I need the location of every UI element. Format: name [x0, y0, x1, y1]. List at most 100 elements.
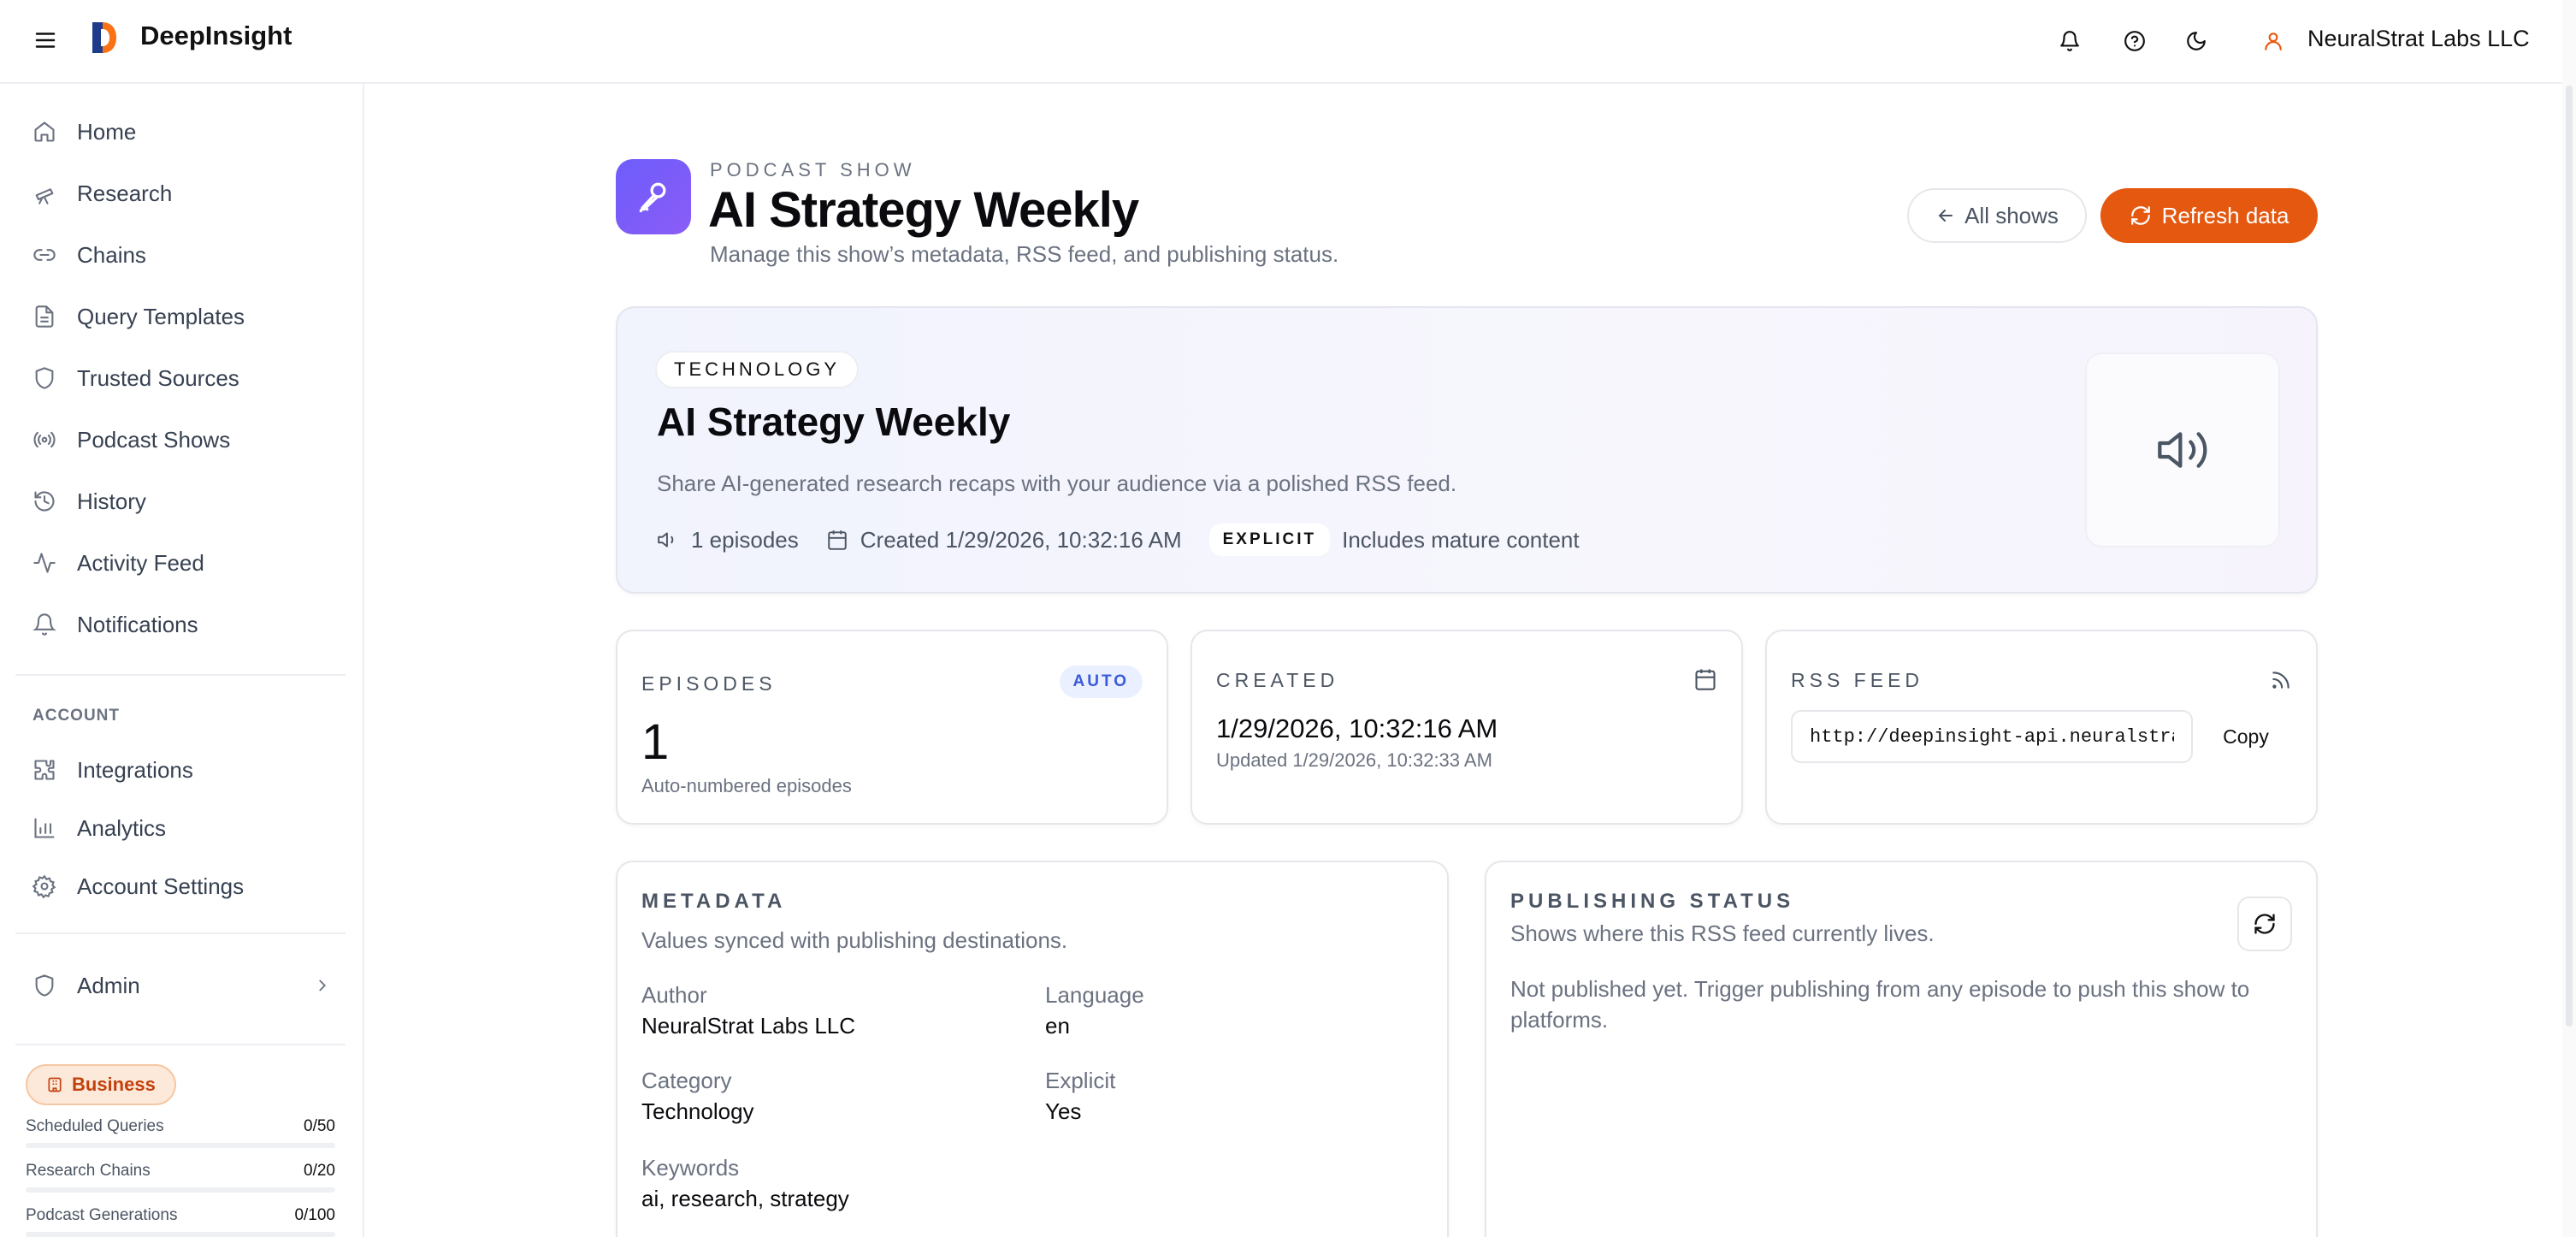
- bell-icon: [32, 613, 56, 636]
- sidebar-item-label: Notifications: [77, 611, 198, 637]
- refresh-icon: [2254, 914, 2275, 934]
- usage-label: Scheduled Queries: [26, 1117, 164, 1135]
- help-icon[interactable]: [2119, 26, 2150, 56]
- sidebar-item-label: Home: [77, 118, 137, 145]
- sidebar: Home Research Chains Query Templates Tru…: [0, 84, 364, 1237]
- episodes-label: EPISODES: [641, 672, 777, 695]
- sidebar-item-trusted-sources[interactable]: Trusted Sources: [32, 358, 239, 399]
- account-section-heading: ACCOUNT: [32, 707, 120, 725]
- metadata-title: METADATA: [641, 890, 787, 913]
- sidebar-item-integrations[interactable]: Integrations: [32, 749, 193, 790]
- sidebar-item-label: Trusted Sources: [77, 364, 239, 391]
- explicit-label: Explicit: [1045, 1068, 1116, 1093]
- language-label: Language: [1045, 982, 1144, 1008]
- show-hero-card: TECHNOLOGY AI Strategy Weekly Share AI-g…: [616, 306, 2318, 594]
- copy-button[interactable]: Copy: [2205, 710, 2287, 763]
- language-value: en: [1045, 1013, 1070, 1039]
- sidebar-item-label: Admin: [77, 972, 140, 998]
- sync-button[interactable]: [2237, 897, 2292, 951]
- updated-note: Updated 1/29/2026, 10:32:33 AM: [1216, 749, 1492, 771]
- category-label: Category: [641, 1068, 732, 1093]
- home-icon: [34, 121, 55, 142]
- refresh-data-button[interactable]: Refresh data: [2100, 188, 2318, 243]
- podcast-mic-icon: [616, 159, 691, 234]
- sidebar-item-admin[interactable]: Admin: [32, 965, 332, 1006]
- sidebar-item-research[interactable]: Research: [32, 173, 172, 214]
- rss-url-field[interactable]: [1791, 710, 2193, 763]
- author-label: Author: [641, 982, 707, 1008]
- sidebar-item-activity-feed[interactable]: Activity Feed: [32, 542, 204, 583]
- created-label: CREATED: [1216, 669, 1339, 691]
- created-card: CREATED 1/29/2026, 10:32:16 AM Updated 1…: [1191, 630, 1743, 825]
- sidebar-item-home[interactable]: Home: [32, 111, 136, 152]
- divider: [15, 674, 346, 676]
- keywords-value: ai, research, strategy: [641, 1186, 849, 1211]
- explicit-value: Yes: [1045, 1098, 1082, 1124]
- building-icon: [48, 1077, 62, 1092]
- page-title: AI Strategy Weekly: [708, 182, 1139, 238]
- sidebar-item-query-templates[interactable]: Query Templates: [32, 296, 245, 337]
- created-date: Created 1/29/2026, 10:32:16 AM: [860, 526, 1182, 553]
- rss-label: RSS FEED: [1791, 669, 1924, 691]
- sidebar-item-history[interactable]: History: [32, 481, 146, 522]
- created-value: 1/29/2026, 10:32:16 AM: [1216, 713, 1498, 743]
- author-value: NeuralStrat Labs LLC: [641, 1013, 856, 1039]
- sidebar-item-label: Chains: [77, 241, 146, 268]
- moon-icon[interactable]: [2181, 26, 2212, 56]
- shield-icon: [35, 974, 54, 997]
- menu-icon[interactable]: [32, 27, 58, 53]
- sidebar-item-chains[interactable]: Chains: [32, 234, 146, 275]
- sidebar-item-notifications[interactable]: Notifications: [32, 604, 198, 645]
- sidebar-item-label: Integrations: [77, 756, 193, 783]
- explicit-note: Includes mature content: [1342, 526, 1580, 553]
- explicit-badge: EXPLICIT: [1208, 524, 1331, 556]
- usage-value: 0/100: [294, 1206, 335, 1224]
- created-meta: Created 1/29/2026, 10:32:16 AM: [826, 527, 1182, 553]
- page-subtitle: Manage this show’s metadata, RSS feed, a…: [710, 241, 1339, 267]
- usage-bar: [26, 1232, 335, 1237]
- speaker-icon: [658, 532, 674, 547]
- calendar-icon: [828, 530, 847, 550]
- usage-value: 0/50: [304, 1117, 335, 1135]
- episodes-note: Auto-numbered episodes: [641, 775, 852, 796]
- keywords-label: Keywords: [641, 1155, 740, 1181]
- page-eyebrow: PODCAST SHOW: [710, 159, 916, 181]
- sidebar-item-label: Query Templates: [77, 303, 245, 329]
- top-bar: DeepInsight NeuralStrat Labs LLC: [0, 0, 2576, 84]
- metadata-subtitle: Values synced with publishing destinatio…: [641, 927, 1068, 953]
- shield-icon: [35, 367, 54, 389]
- brand-name[interactable]: DeepInsight: [140, 21, 292, 51]
- publishing-status-text: Not published yet. Trigger publishing fr…: [1510, 976, 2250, 1033]
- category-value: Technology: [641, 1098, 754, 1124]
- usage-value: 0/20: [304, 1162, 335, 1180]
- refresh-icon: [2130, 206, 2150, 225]
- arrow-left-icon: [1938, 210, 1953, 222]
- volume-icon: [2158, 432, 2207, 468]
- divider: [15, 1044, 346, 1045]
- org-name[interactable]: NeuralStrat Labs LLC: [2307, 26, 2530, 52]
- episodes-count: 1 episodes: [691, 526, 799, 553]
- rss-icon: [2272, 672, 2289, 689]
- activity-icon: [33, 553, 56, 573]
- user-icon[interactable]: [2258, 26, 2289, 56]
- sidebar-item-label: Account Settings: [77, 873, 245, 899]
- telescope-icon: [35, 188, 54, 204]
- cover-art-placeholder: [2085, 352, 2280, 547]
- sidebar-item-label: History: [77, 488, 146, 514]
- show-meta: 1 episodes Created 1/29/2026, 10:32:16 A…: [657, 524, 1580, 556]
- file-icon: [35, 305, 54, 328]
- bell-icon[interactable]: [2054, 26, 2085, 56]
- scrollbar-thumb[interactable]: [2566, 86, 2573, 1027]
- rss-feed-card: RSS FEED Copy: [1765, 630, 2318, 825]
- episodes-card: EPISODES AUTO 1 Auto-numbered episodes: [616, 630, 1168, 825]
- sidebar-item-analytics[interactable]: Analytics: [32, 808, 166, 849]
- sidebar-item-podcast-shows[interactable]: Podcast Shows: [32, 419, 230, 460]
- all-shows-label: All shows: [1964, 202, 2059, 228]
- history-icon: [34, 491, 55, 512]
- all-shows-button[interactable]: All shows: [1907, 188, 2087, 243]
- sidebar-item-account-settings[interactable]: Account Settings: [32, 866, 244, 907]
- publishing-status-card: PUBLISHING STATUS Shows where this RSS f…: [1485, 861, 2318, 1237]
- category-tag: TECHNOLOGY: [655, 351, 860, 388]
- plan-name: Business: [72, 1074, 156, 1095]
- logo-icon[interactable]: [89, 19, 120, 56]
